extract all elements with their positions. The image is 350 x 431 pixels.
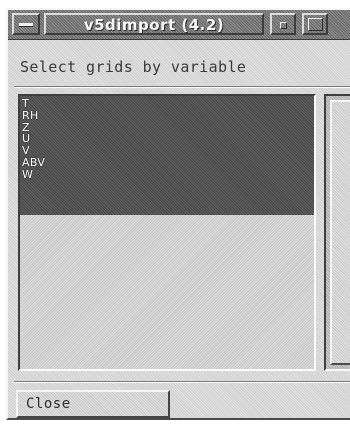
maximize-icon <box>308 18 323 31</box>
window-menu-button[interactable] <box>12 13 40 35</box>
title-bar[interactable]: v5dimport (4.2) <box>8 10 350 40</box>
selection-highlight <box>20 96 314 215</box>
window-title: v5dimport (4.2) <box>83 16 225 34</box>
instruction-label: Select grids by variable <box>20 58 247 76</box>
scrollbar-thumb[interactable] <box>330 100 350 365</box>
list-item-abv[interactable]: ABV <box>22 157 45 169</box>
close-button-label: Close <box>26 396 71 412</box>
variable-list[interactable]: T RH Z U V ABV W <box>18 94 316 371</box>
minimize-icon <box>280 22 287 29</box>
v5dimport-window: v5dimport (4.2) Select grids by variable… <box>6 8 350 420</box>
vertical-scrollbar[interactable] <box>324 94 350 371</box>
variable-list-items: T RH Z U V ABV W <box>22 98 45 181</box>
list-item-w[interactable]: W <box>22 168 45 181</box>
window-menu-icon <box>19 23 33 27</box>
separator-top <box>14 86 350 88</box>
separator-bottom <box>14 381 350 383</box>
list-item-rh[interactable]: RH <box>22 109 45 122</box>
window-title-box[interactable]: v5dimport (4.2) <box>44 13 264 35</box>
minimize-button[interactable] <box>270 13 296 35</box>
maximize-button[interactable] <box>302 13 328 35</box>
close-button[interactable]: Close <box>16 390 170 418</box>
